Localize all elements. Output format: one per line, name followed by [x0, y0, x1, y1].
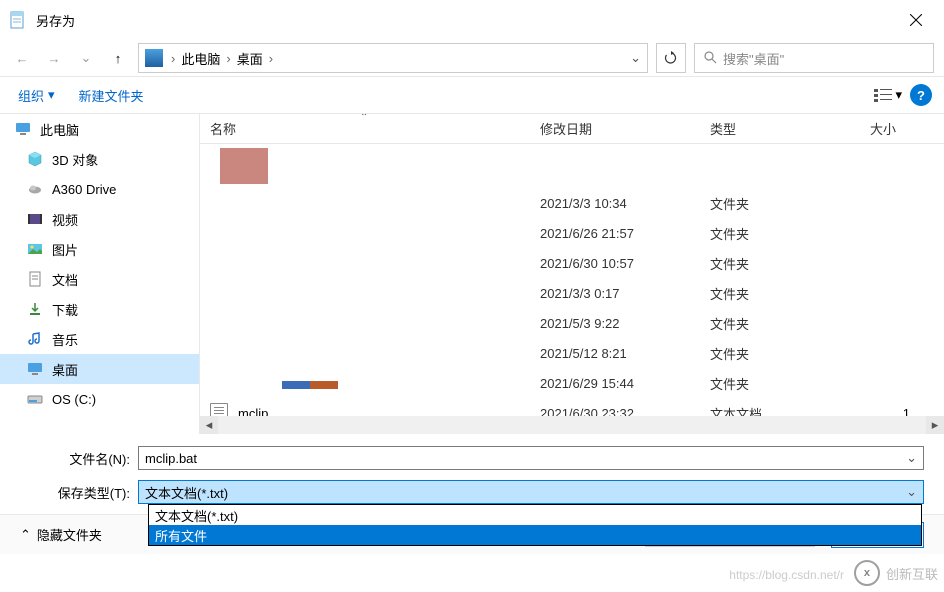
chevron-down-icon[interactable]: ⌄ — [906, 450, 917, 466]
sidebar-item-videos[interactable]: 视频 — [0, 204, 199, 234]
save-fields: 文件名(N): mclip.bat ⌄ 保存类型(T): 文本文档(*.txt)… — [0, 434, 944, 514]
close-button[interactable] — [896, 4, 936, 36]
redacted-thumbnail — [220, 148, 268, 184]
file-row[interactable]: 2021/3/3 0:17文件夹 — [200, 278, 944, 308]
sidebar-item-this-pc[interactable]: 此电脑 — [0, 114, 199, 144]
filetype-dropdown: 文本文档(*.txt) 所有文件 — [148, 504, 922, 546]
sidebar-item-pictures[interactable]: 图片 — [0, 234, 199, 264]
window-title: 另存为 — [36, 11, 896, 30]
text-file-icon — [210, 403, 228, 417]
organize-button[interactable]: 组织▾ — [12, 82, 61, 109]
filetype-select[interactable]: 文本文档(*.txt) ⌄ — [138, 480, 924, 504]
file-row[interactable]: 2021/6/26 21:57文件夹 — [200, 218, 944, 248]
nav-bar: ← → ⌄ ↑ › 此电脑 › 桌面 › ⌄ 搜索"桌面" — [0, 40, 944, 76]
chevron-down-icon: ▾ — [48, 87, 55, 103]
main-area: 此电脑 3D 对象 A360 Drive 视频 图片 文档 下载 音乐 — [0, 114, 944, 434]
notepad-icon — [8, 10, 28, 30]
video-icon — [26, 210, 44, 228]
toolbar: 组织▾ 新建文件夹 ▾ ? — [0, 76, 944, 114]
back-button[interactable]: ← — [10, 46, 34, 70]
breadcrumb-sep: › — [267, 51, 275, 66]
music-icon — [26, 330, 44, 348]
breadcrumb-sep: › — [224, 51, 232, 66]
scroll-right-icon[interactable]: ▸ — [926, 416, 944, 434]
forward-button: → — [42, 46, 66, 70]
filename-label: 文件名(N): — [20, 449, 130, 468]
horizontal-scrollbar[interactable]: ◂ ▸ — [200, 416, 944, 434]
file-row[interactable]: 2021/6/29 15:44文件夹 — [200, 368, 944, 398]
sidebar-item-a360[interactable]: A360 Drive — [0, 174, 199, 204]
file-row[interactable]: 2021/5/3 9:22文件夹 — [200, 308, 944, 338]
file-row[interactable]: 2021/5/12 8:21文件夹 — [200, 338, 944, 368]
refresh-button[interactable] — [656, 43, 686, 73]
pc-icon — [145, 49, 163, 67]
file-list: ⌃ 名称 修改日期 类型 大小 2021/3/3 10:34文件夹 2021/6… — [200, 114, 944, 434]
filetype-option-txt[interactable]: 文本文档(*.txt) — [149, 505, 921, 525]
sort-indicator: ⌃ — [360, 114, 368, 123]
search-input[interactable]: 搜索"桌面" — [694, 43, 934, 73]
new-folder-button[interactable]: 新建文件夹 — [73, 82, 150, 109]
desktop-icon — [26, 360, 44, 378]
breadcrumb-sep: › — [169, 51, 177, 66]
scroll-left-icon[interactable]: ◂ — [200, 416, 218, 434]
help-button[interactable]: ? — [910, 84, 932, 106]
address-dropdown-icon[interactable]: ⌄ — [630, 50, 641, 66]
address-bar[interactable]: › 此电脑 › 桌面 › ⌄ — [138, 43, 648, 73]
search-icon — [703, 50, 717, 67]
sidebar-item-documents[interactable]: 文档 — [0, 264, 199, 294]
recent-dropdown[interactable]: ⌄ — [74, 46, 98, 70]
file-row[interactable]: mclip2021/6/30 23:32文本文档1 — [200, 398, 944, 416]
column-type[interactable]: 类型 — [700, 114, 860, 143]
view-options-button[interactable]: ▾ — [874, 87, 902, 103]
pc-icon — [14, 120, 32, 138]
breadcrumb-pc[interactable]: 此电脑 — [177, 49, 224, 68]
breadcrumb-desktop[interactable]: 桌面 — [233, 49, 267, 68]
hide-folders-toggle[interactable]: ⌃ 隐藏文件夹 — [20, 525, 102, 544]
search-placeholder: 搜索"桌面" — [723, 49, 784, 68]
column-headers: ⌃ 名称 修改日期 类型 大小 — [200, 114, 944, 144]
sidebar-item-downloads[interactable]: 下载 — [0, 294, 199, 324]
chevron-down-icon[interactable]: ⌄ — [906, 484, 917, 500]
drive-icon — [26, 390, 44, 408]
document-icon — [26, 270, 44, 288]
file-row[interactable]: 2021/3/3 10:34文件夹 — [200, 188, 944, 218]
column-date[interactable]: 修改日期 — [530, 114, 700, 143]
sidebar-item-music[interactable]: 音乐 — [0, 324, 199, 354]
column-size[interactable]: 大小 — [860, 114, 920, 143]
download-icon — [26, 300, 44, 318]
chevron-down-icon: ▾ — [895, 87, 902, 103]
sidebar: 此电脑 3D 对象 A360 Drive 视频 图片 文档 下载 音乐 — [0, 114, 200, 434]
watermark: x 创新互联 — [854, 560, 938, 586]
chevron-up-icon: ⌃ — [20, 527, 31, 543]
filename-input[interactable]: mclip.bat ⌄ — [138, 446, 924, 470]
watermark-logo: x — [854, 560, 880, 586]
filetype-label: 保存类型(T): — [20, 483, 130, 502]
up-button[interactable]: ↑ — [106, 46, 130, 70]
watermark-url: https://blog.csdn.net/r — [729, 568, 844, 582]
cube-icon — [26, 150, 44, 168]
filetype-option-all[interactable]: 所有文件 — [149, 525, 921, 545]
title-bar: 另存为 — [0, 0, 944, 40]
sidebar-item-os-c[interactable]: OS (C:) — [0, 384, 199, 414]
cloud-icon — [26, 180, 44, 198]
file-row[interactable]: 2021/6/30 10:57文件夹 — [200, 248, 944, 278]
picture-icon — [26, 240, 44, 258]
file-rows: 2021/3/3 10:34文件夹 2021/6/26 21:57文件夹 202… — [200, 188, 944, 416]
sidebar-item-3d-objects[interactable]: 3D 对象 — [0, 144, 199, 174]
redacted-name — [258, 381, 338, 389]
sidebar-item-desktop[interactable]: 桌面 — [0, 354, 199, 384]
